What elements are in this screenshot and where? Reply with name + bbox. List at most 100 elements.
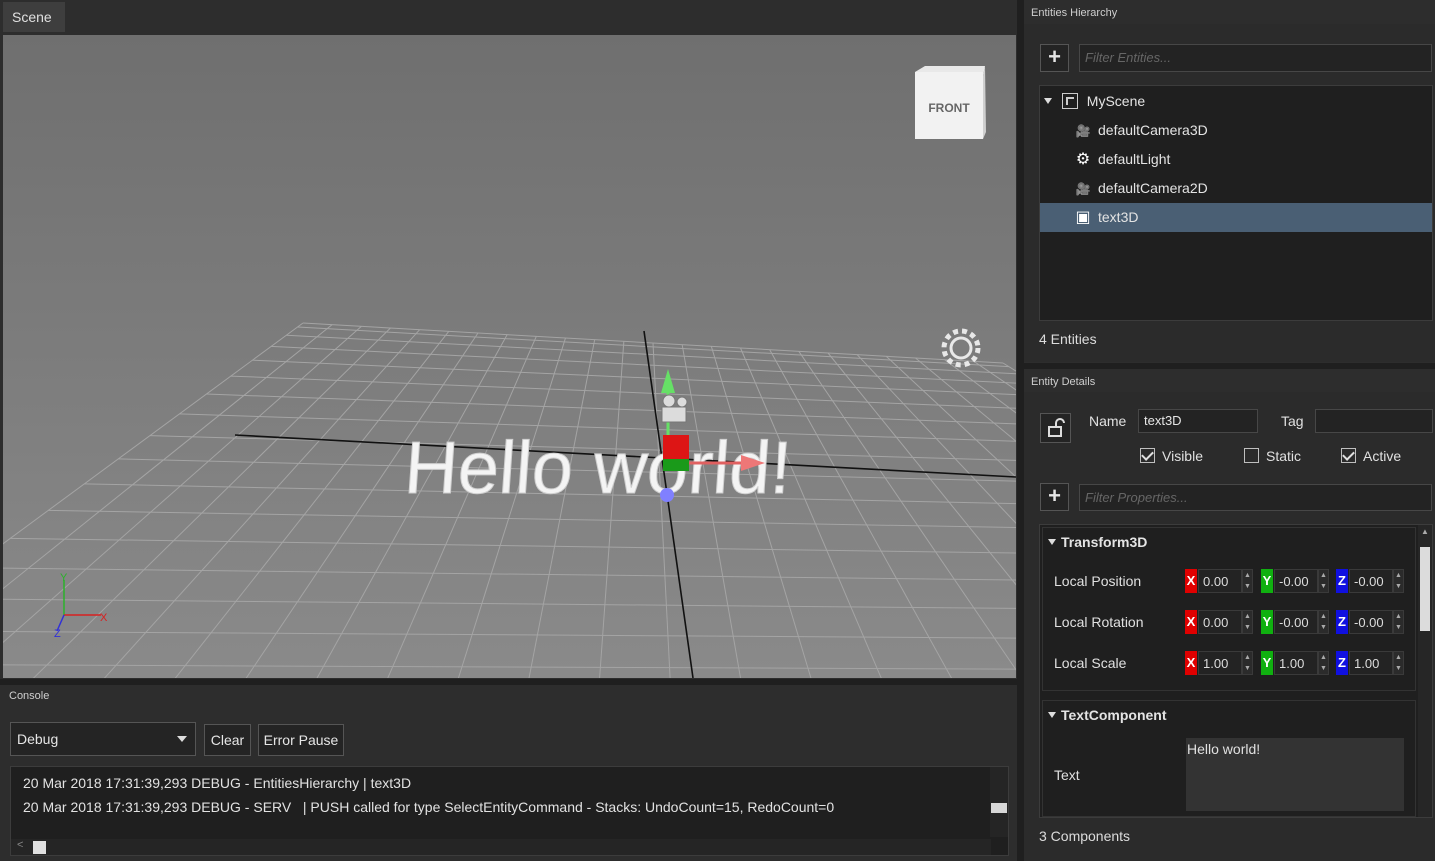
tree-root-myscene[interactable]: MyScene (1044, 87, 1145, 116)
textcomponent-header[interactable]: TextComponent (1048, 707, 1167, 723)
tree-root-label: MyScene (1086, 93, 1146, 109)
spinner-arrows-icon[interactable]: ▲ ▼ (1393, 569, 1404, 593)
plus-icon: + (1048, 483, 1061, 508)
z-value-input[interactable]: -0.00 (1349, 610, 1393, 634)
static-checkbox[interactable]: Static (1244, 448, 1301, 464)
svg-text:FRONT: FRONT (928, 101, 970, 115)
scene-render: Hello world! FRONT Y X Z (3, 35, 1016, 678)
console-line: 20 Mar 2018 17:31:39,293 DEBUG - Entitie… (23, 775, 412, 791)
active-checkbox[interactable]: Active (1341, 448, 1401, 464)
z-value-input[interactable]: 1.00 (1349, 651, 1393, 675)
plus-icon: + (1048, 44, 1061, 69)
console-title: Console (9, 690, 50, 702)
chevron-down-icon (177, 736, 187, 742)
tree-item-defaultcamera2d[interactable]: 🎥 defaultCamera2D (1040, 174, 1432, 203)
visible-checkbox[interactable]: Visible (1140, 448, 1203, 464)
y-value-input[interactable]: 1.00 (1274, 651, 1318, 675)
transform3d-section: Transform3D Local Position X 0.00 ▲ ▼ Y -0.00 ▲… (1042, 527, 1416, 691)
axis-y-tag: Y (1261, 569, 1273, 593)
svg-text:Y: Y (60, 572, 68, 584)
svg-text:Z: Z (54, 628, 61, 640)
expand-arrow-icon (1044, 98, 1052, 104)
console-log: 20 Mar 2018 17:31:39,293 DEBUG - Entitie… (10, 766, 1009, 856)
camera-gizmo-icon (661, 394, 688, 423)
checkbox-checked-icon (1140, 448, 1155, 463)
tree-item-label: defaultCamera3D (1098, 122, 1208, 138)
collapse-arrow-icon (1048, 712, 1056, 718)
spinner-arrows-icon[interactable]: ▲ ▼ (1242, 569, 1253, 593)
text-value-input[interactable]: Hello world! (1186, 738, 1404, 811)
tree-item-text3d[interactable]: ▣ text3D (1040, 203, 1432, 232)
tree-item-label: defaultCamera2D (1098, 180, 1208, 196)
axis-z-tag: Z (1336, 651, 1348, 675)
checkbox-checked-icon (1341, 448, 1356, 463)
axis-y-tag: Y (1261, 651, 1273, 675)
name-label: Name (1089, 413, 1127, 429)
details-vscroll[interactable]: ▲ (1418, 525, 1432, 817)
transform-row-label: Local Rotation (1054, 614, 1144, 630)
filter-entities-input[interactable]: Filter Entities... (1079, 44, 1432, 72)
tag-label: Tag (1281, 413, 1304, 429)
axis-y-tag: Y (1261, 610, 1273, 634)
scene-icon (1061, 93, 1078, 109)
y-value-input[interactable]: -0.00 (1274, 610, 1318, 634)
spinner-arrows-icon[interactable]: ▲ ▼ (1242, 651, 1253, 675)
details-vscroll-thumb[interactable] (1420, 547, 1430, 631)
name-input[interactable]: text3D (1138, 409, 1258, 433)
x-value-input[interactable]: 0.00 (1198, 610, 1242, 634)
axis-z-tag: Z (1336, 610, 1348, 634)
hierarchy-title: Entities Hierarchy (1031, 7, 1118, 19)
collapse-arrow-icon (1048, 539, 1056, 545)
tag-input[interactable] (1315, 409, 1433, 433)
x-value-input[interactable]: 0.00 (1198, 569, 1242, 593)
details-title: Entity Details (1031, 376, 1096, 388)
transform-row-label: Local Scale (1054, 655, 1127, 671)
error-pause-button[interactable]: Error Pause (258, 724, 344, 756)
axis-z-tag: Z (1336, 569, 1348, 593)
tree-item-defaultlight[interactable]: ⚙ defaultLight (1040, 145, 1432, 174)
light-icon: ⚙ (1075, 151, 1091, 168)
clear-button[interactable]: Clear (204, 724, 251, 756)
entities-count: 4 Entities (1039, 331, 1097, 347)
axis-x-tag: X (1185, 651, 1197, 675)
unlock-icon (1047, 418, 1065, 437)
console-hscroll[interactable]: < (11, 839, 991, 855)
tab-scene[interactable]: Scene (3, 2, 65, 32)
components-count: 3 Components (1039, 828, 1131, 844)
console-vscroll-thumb[interactable] (991, 803, 1007, 813)
camera-icon: 🎥 (1075, 182, 1091, 196)
spinner-arrows-icon[interactable]: ▲ ▼ (1393, 610, 1404, 634)
camera-icon: 🎥 (1075, 124, 1091, 138)
lock-toggle-button[interactable] (1040, 413, 1071, 443)
view-cube: FRONT (915, 66, 986, 139)
filter-properties-input[interactable]: Filter Properties... (1079, 484, 1432, 511)
tree-item-label: text3D (1098, 209, 1139, 225)
console-hscroll-thumb[interactable] (33, 841, 46, 854)
cube-icon: ▣ (1075, 209, 1091, 226)
spinner-arrows-icon[interactable]: ▲ ▼ (1318, 651, 1329, 675)
console-line: 20 Mar 2018 17:31:39,293 DEBUG - SERV | … (23, 799, 835, 815)
components-list: Transform3D Local Position X 0.00 ▲ ▼ Y -0.00 ▲… (1039, 524, 1433, 818)
scene-viewport[interactable]: Hello world! FRONT Y X Z (3, 35, 1016, 678)
textcomponent-section: TextComponent Text Hello world! (1042, 700, 1416, 817)
axis-x-tag: X (1185, 610, 1197, 634)
z-value-input[interactable]: -0.00 (1349, 569, 1393, 593)
spinner-arrows-icon[interactable]: ▲ ▼ (1393, 651, 1404, 675)
transform3d-header[interactable]: Transform3D (1048, 534, 1147, 550)
console-vscroll[interactable] (990, 767, 1008, 837)
transform-row-label: Local Position (1054, 573, 1142, 589)
add-entity-button[interactable]: + (1040, 44, 1069, 72)
spinner-arrows-icon[interactable]: ▲ ▼ (1318, 569, 1329, 593)
checkbox-empty-icon (1244, 448, 1259, 463)
x-value-input[interactable]: 1.00 (1198, 651, 1242, 675)
tree-item-defaultcamera3d[interactable]: 🎥 defaultCamera3D (1040, 116, 1432, 145)
spinner-arrows-icon[interactable]: ▲ ▼ (1242, 610, 1253, 634)
add-component-button[interactable]: + (1040, 483, 1069, 511)
entity-tree: MyScene 🎥 defaultCamera3D ⚙ defaultLight 🎥 de… (1039, 85, 1433, 321)
text-label: Text (1054, 767, 1080, 783)
spinner-arrows-icon[interactable]: ▲ ▼ (1318, 610, 1329, 634)
y-value-input[interactable]: -0.00 (1274, 569, 1318, 593)
console-lines: 20 Mar 2018 17:31:39,293 DEBUG - Entitie… (23, 771, 834, 819)
tree-item-label: defaultLight (1098, 151, 1171, 167)
log-level-select[interactable]: Debug (10, 722, 196, 756)
